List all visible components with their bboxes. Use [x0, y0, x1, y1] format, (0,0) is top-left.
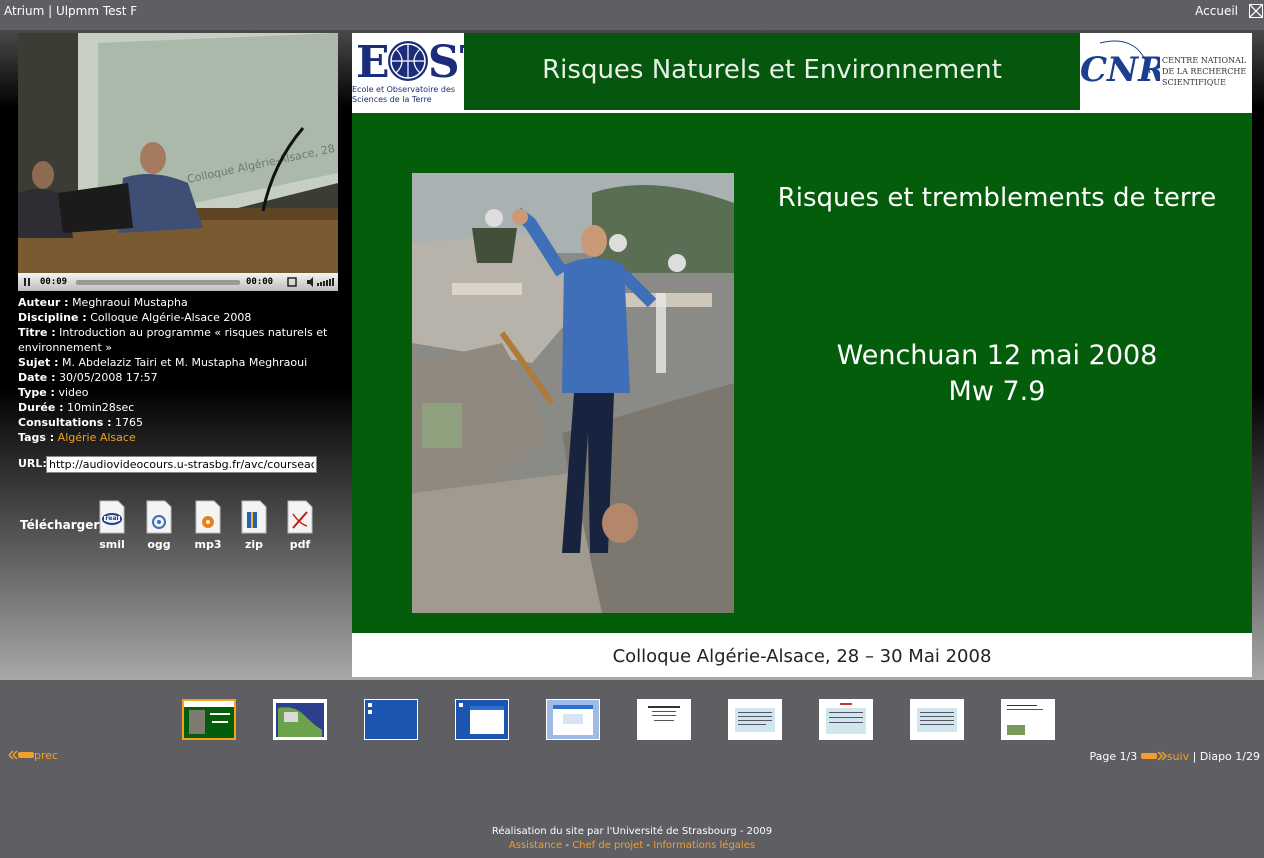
assistance-link[interactable]: Assistance: [509, 840, 562, 851]
prev-link[interactable]: prec: [8, 749, 58, 762]
type: video: [58, 386, 89, 399]
duration: 10min28sec: [67, 401, 135, 414]
url-row: URL:: [18, 456, 317, 473]
download-ogg[interactable]: ogg: [139, 500, 179, 551]
next-link[interactable]: suiv: [1140, 750, 1189, 763]
subject: M. Abdelaziz Tairi et M. Mustapha Meghra…: [61, 356, 308, 369]
date-row: Date : 30/05/2008 17:57: [18, 371, 158, 384]
eost-caption: Ecole et Observatoire des Sciences de la…: [352, 85, 456, 104]
course-title: Introduction au programme « risques natu…: [18, 326, 328, 354]
course-info: Auteur : Meghraoui Mustapha Discipline :…: [18, 295, 338, 445]
views: 1765: [114, 416, 143, 429]
url-label: URL:: [18, 457, 47, 470]
slide-thumbnail[interactable]: [637, 699, 691, 740]
url-field[interactable]: [46, 456, 317, 473]
subject-row: Sujet : M. Abdelaziz Tairi et M. Mustaph…: [18, 356, 308, 369]
slide-thumbnail[interactable]: [819, 699, 873, 740]
svg-text:real: real: [105, 515, 118, 522]
type-row: Type : video: [18, 386, 89, 399]
title-row: Titre : Introduction au programme « risq…: [18, 326, 328, 354]
site-footer: Réalisation du site par l'Université de …: [0, 825, 1264, 853]
slide-thumbnail[interactable]: [546, 699, 600, 740]
video-player[interactable]: Colloque Algérie-Alsace, 28 – 30 Mai 200…: [18, 33, 338, 273]
discipline-row: Discipline : Colloque Algérie-Alsace 200…: [18, 311, 252, 324]
prev-arrow-icon: [8, 750, 34, 760]
duration-row: Durée : 10min28sec: [18, 401, 135, 414]
credit-text: Réalisation du site par l'Université de …: [491, 826, 773, 837]
download-smil[interactable]: real smil: [92, 500, 132, 551]
legal-info-link[interactable]: Informations légales: [653, 840, 755, 851]
mp3-icon: [194, 500, 222, 534]
cnrs-caption: CENTRE NATIONAL DE LA RECHERCHE SCIENTIF…: [1162, 56, 1247, 87]
player-controls: 00:09 00:00: [18, 273, 338, 291]
slide-footer: Colloque Algérie-Alsace, 28 – 30 Mai 200…: [612, 646, 992, 667]
seek-bar[interactable]: [76, 280, 240, 285]
slide-subtitle: Risques et tremblements de terre: [777, 183, 1217, 213]
author: Meghraoui Mustapha: [72, 296, 188, 309]
zip-icon: [240, 500, 268, 534]
fullscreen-icon[interactable]: [286, 276, 298, 291]
author-row: Auteur : Meghraoui Mustapha: [18, 296, 188, 309]
download-mp3[interactable]: mp3: [188, 500, 228, 551]
eost-logo: EOST Ecole et Observatoire des Sciences …: [352, 33, 493, 110]
next-arrow-icon: [1140, 751, 1167, 761]
slide-event: Wenchuan 12 mai 2008 Mw 7.9: [762, 338, 1232, 410]
total-time: 00:00: [246, 277, 274, 287]
slide-body: Risques et tremblements de terre Wenchua…: [352, 113, 1252, 633]
earthquake-photo: [412, 173, 734, 613]
tags-row: Tags : Algérie Alsace: [18, 431, 136, 444]
pager: Page 1/3 suiv | Diapo 1/29: [1089, 750, 1260, 763]
date: 30/05/2008 17:57: [59, 371, 158, 384]
slide-thumbnail[interactable]: [455, 699, 509, 740]
slide-viewer: EOST Ecole et Observatoire des Sciences …: [352, 33, 1252, 677]
discipline: Colloque Algérie-Alsace 2008: [90, 311, 252, 324]
close-icon[interactable]: [1249, 4, 1263, 18]
cnrs-logo: CNRS CENTRE NATIONAL DE LA RECHERCHE SCI…: [1080, 33, 1252, 110]
slide-thumbnail[interactable]: [273, 699, 327, 740]
event-line-1: Wenchuan 12 mai 2008: [836, 340, 1158, 371]
slide-indicator: Diapo 1/29: [1199, 750, 1260, 763]
home-link[interactable]: Accueil: [1195, 4, 1238, 18]
tags-link[interactable]: Algérie Alsace: [58, 431, 136, 444]
app-title: Atrium | Ulpmm Test F: [4, 4, 138, 18]
real-icon: real: [98, 500, 126, 534]
download-zip[interactable]: zip: [234, 500, 274, 551]
pdf-icon: [286, 500, 314, 534]
page-indicator: Page 1/3: [1089, 750, 1138, 763]
download-pdf[interactable]: pdf: [280, 500, 320, 551]
slide-thumbnail[interactable]: [1001, 699, 1055, 740]
project-lead-link[interactable]: Chef de projet: [572, 840, 643, 851]
pause-icon[interactable]: [22, 276, 32, 291]
top-bar: Atrium | Ulpmm Test F Accueil: [0, 0, 1264, 30]
slide-header-text: Risques Naturels et Environnement: [542, 55, 1002, 85]
cnrs-logo-text: CNRS: [1080, 50, 1160, 90]
ogg-icon: [145, 500, 173, 534]
views-row: Consultations : 1765: [18, 416, 143, 429]
slide-thumbnail[interactable]: [728, 699, 782, 740]
slide-thumbnail[interactable]: [364, 699, 418, 740]
event-line-2: Mw 7.9: [948, 376, 1046, 407]
volume-icon[interactable]: [306, 276, 336, 291]
elapsed-time: 00:09: [40, 277, 68, 287]
slide-header: Risques Naturels et Environnement: [464, 33, 1080, 110]
slide-thumbnail[interactable]: [182, 699, 236, 740]
slide-thumbnail[interactable]: [910, 699, 964, 740]
